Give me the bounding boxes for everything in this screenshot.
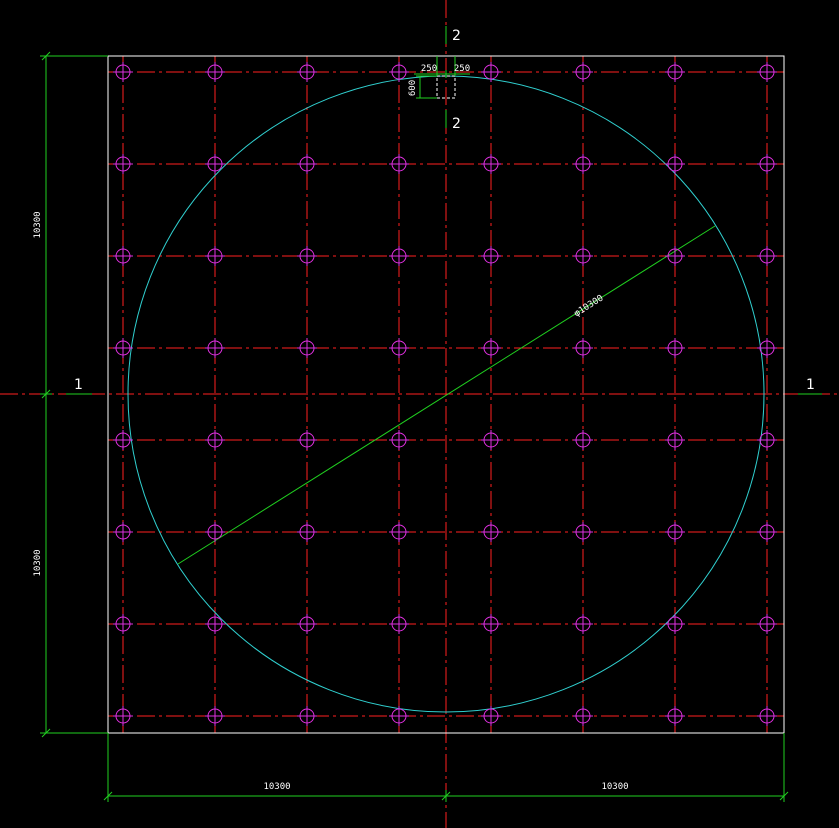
pile[interactable]: [481, 522, 501, 542]
pile[interactable]: [665, 62, 685, 82]
pile[interactable]: [665, 430, 685, 450]
detail-width-right-text: 250: [454, 64, 470, 74]
pile[interactable]: [665, 338, 685, 358]
pile[interactable]: [297, 154, 317, 174]
detail-width-left-text: 250: [421, 64, 437, 74]
pile[interactable]: [389, 154, 409, 174]
pile[interactable]: [205, 614, 225, 634]
pile[interactable]: [481, 614, 501, 634]
pile[interactable]: [573, 154, 593, 174]
pile[interactable]: [757, 522, 777, 542]
pile[interactable]: [389, 338, 409, 358]
pile[interactable]: [573, 246, 593, 266]
pile[interactable]: [481, 338, 501, 358]
pile[interactable]: [573, 62, 593, 82]
pile[interactable]: [481, 430, 501, 450]
pile[interactable]: [205, 706, 225, 726]
pile[interactable]: [113, 246, 133, 266]
section-mark-1-right-label: 1: [806, 377, 815, 393]
pile[interactable]: [297, 706, 317, 726]
left-upper-dim-text: 10300: [33, 211, 43, 238]
pile[interactable]: [389, 614, 409, 634]
pile[interactable]: [665, 154, 685, 174]
detail-height-text: 600: [408, 80, 418, 96]
pile[interactable]: [205, 62, 225, 82]
pile[interactable]: [205, 430, 225, 450]
pile[interactable]: [113, 62, 133, 82]
pile[interactable]: [665, 706, 685, 726]
pile[interactable]: [757, 246, 777, 266]
pile[interactable]: [113, 522, 133, 542]
bottom-right-dim-text: 10300: [601, 782, 628, 792]
pile[interactable]: [757, 706, 777, 726]
pile[interactable]: [205, 154, 225, 174]
pile[interactable]: [757, 154, 777, 174]
pile[interactable]: [573, 430, 593, 450]
pile[interactable]: [113, 154, 133, 174]
pile[interactable]: [573, 706, 593, 726]
bottom-left-dim-text: 10300: [263, 782, 290, 792]
pile[interactable]: [573, 522, 593, 542]
pile[interactable]: [389, 246, 409, 266]
section-mark-2-top-label: 2: [452, 28, 461, 44]
section-mark-1-left-label: 1: [74, 377, 83, 393]
pile[interactable]: [297, 430, 317, 450]
left-lower-dim-text: 10300: [33, 549, 43, 576]
pile[interactable]: [297, 246, 317, 266]
pile[interactable]: [757, 614, 777, 634]
pile[interactable]: [389, 522, 409, 542]
pile[interactable]: [297, 522, 317, 542]
pile[interactable]: [389, 430, 409, 450]
pile[interactable]: [757, 62, 777, 82]
pile[interactable]: [205, 522, 225, 542]
pile[interactable]: [481, 246, 501, 266]
pile[interactable]: [665, 614, 685, 634]
pile[interactable]: [573, 614, 593, 634]
pile[interactable]: [297, 614, 317, 634]
pile[interactable]: [481, 706, 501, 726]
diameter-label: φ10300: [573, 293, 606, 319]
pile[interactable]: [205, 338, 225, 358]
pile[interactable]: [113, 706, 133, 726]
pile[interactable]: [481, 62, 501, 82]
section-mark-2-bottom-label: 2: [452, 116, 461, 132]
pile[interactable]: [665, 522, 685, 542]
pile[interactable]: [297, 62, 317, 82]
pile[interactable]: [665, 246, 685, 266]
cad-drawing-canvas[interactable]: φ10300 10300 10300 10300 10300 250 250 6…: [0, 0, 839, 828]
pile[interactable]: [573, 338, 593, 358]
pile[interactable]: [481, 154, 501, 174]
pile[interactable]: [113, 614, 133, 634]
pile[interactable]: [297, 338, 317, 358]
pile[interactable]: [205, 246, 225, 266]
